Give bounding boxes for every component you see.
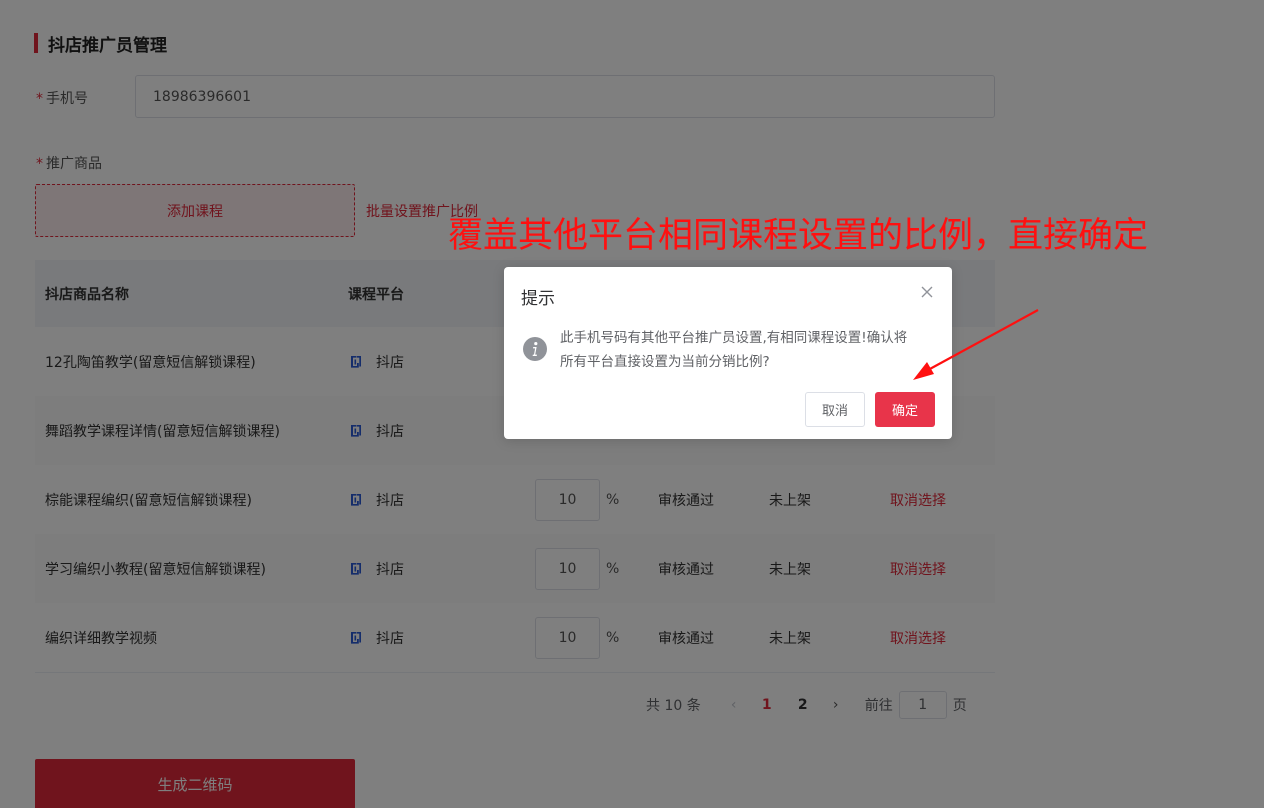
close-icon[interactable] <box>920 285 934 299</box>
info-icon <box>523 337 547 361</box>
dialog-title: 提示 <box>521 289 555 309</box>
confirm-dialog: 提示 此手机号码有其他平台推广员设置,有相同课程设置!确认将所有平台直接设置为当… <box>504 267 952 439</box>
annotation-text: 覆盖其他平台相同课程设置的比例，直接确定 <box>448 216 1149 256</box>
cancel-button[interactable]: 取消 <box>805 392 865 427</box>
confirm-button[interactable]: 确定 <box>875 392 935 427</box>
dialog-message: 此手机号码有其他平台推广员设置,有相同课程设置!确认将所有平台直接设置为当前分销… <box>560 330 908 370</box>
